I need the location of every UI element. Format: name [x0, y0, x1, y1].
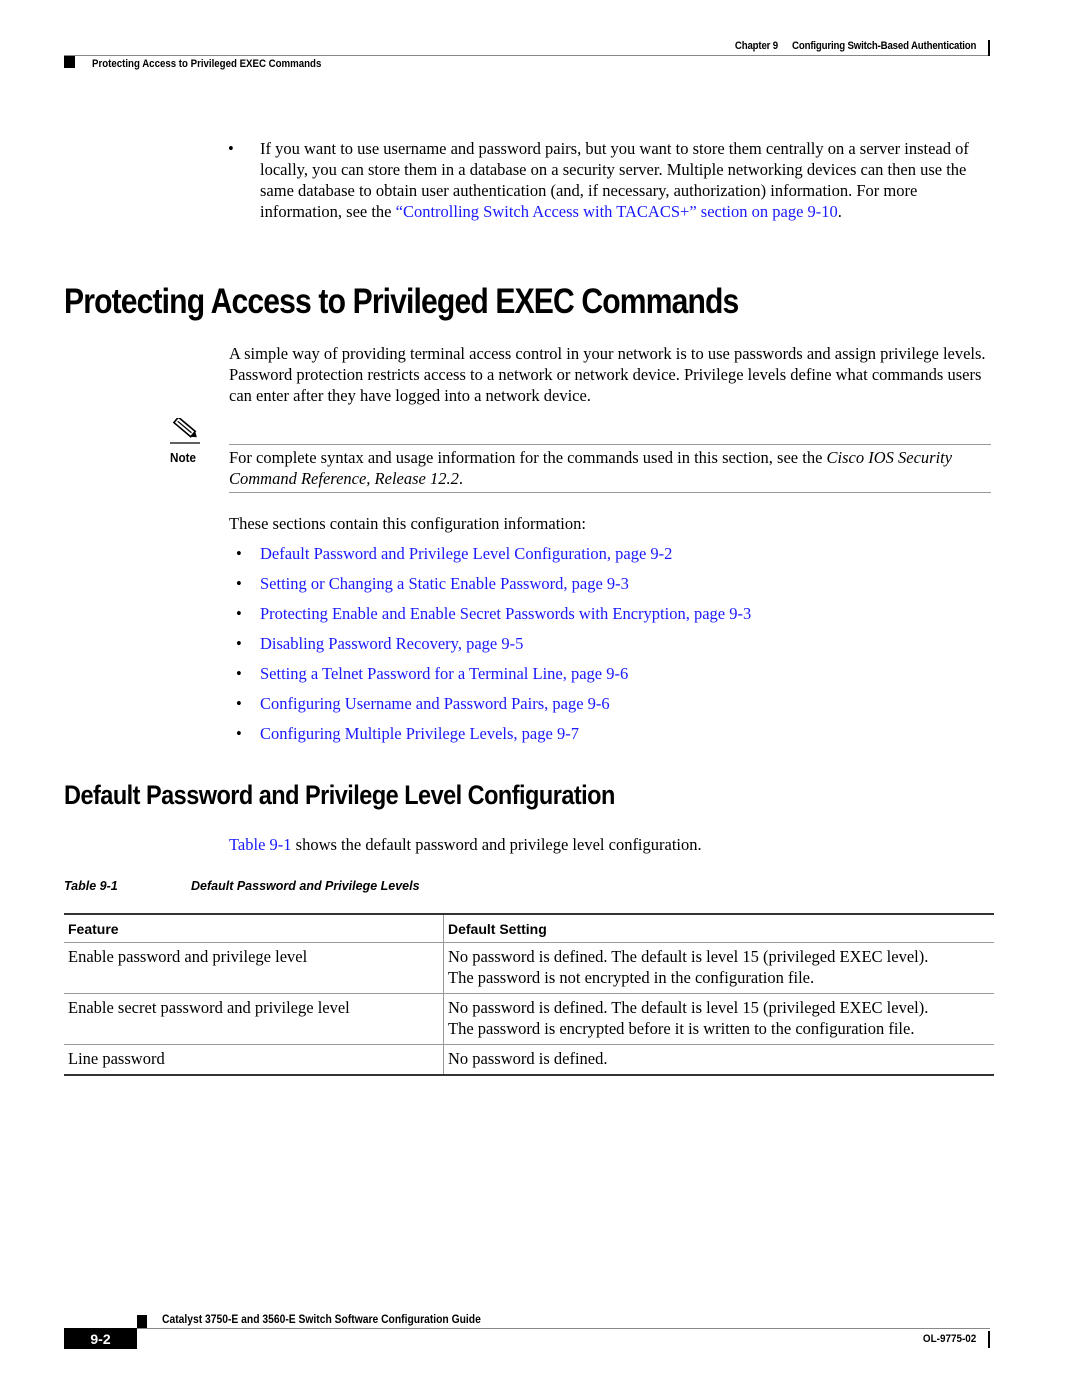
feature-cell: Line password: [64, 1044, 444, 1076]
toc-link-static-enable-password[interactable]: Setting or Changing a Static Enable Pass…: [260, 574, 629, 593]
table-caption-number: Table 9-1: [64, 879, 118, 893]
footer-doc-number: OL-9775-02: [922, 1333, 976, 1345]
section-link-list: • Default Password and Privilege Level Co…: [236, 543, 751, 753]
header-chapter: Chapter 9 Configuring Switch-Based Authen…: [734, 40, 977, 52]
bullet-icon: •: [236, 724, 242, 743]
bullet-icon: •: [228, 139, 234, 158]
bullet-icon: •: [236, 694, 242, 713]
list-item: • Setting or Changing a Static Enable Pas…: [236, 573, 751, 603]
toc-link-username-pairs[interactable]: Configuring Username and Password Pairs,…: [260, 694, 610, 713]
footer-page-number: 9-2: [64, 1328, 137, 1349]
note-text-body: For complete syntax and usage informatio…: [229, 448, 827, 467]
table-caption-title: Default Password and Privilege Levels: [191, 879, 420, 893]
sections-intro: These sections contain this configuratio…: [229, 514, 586, 533]
toc-link-default-password[interactable]: Default Password and Privilege Level Con…: [260, 544, 672, 563]
tacacs-section-link[interactable]: “Controlling Switch Access with TACACS+”…: [396, 202, 838, 221]
header-section-title: Protecting Access to Privileged EXEC Com…: [92, 58, 322, 70]
footer-rule: [137, 1328, 990, 1329]
column-header-feature: Feature: [64, 913, 444, 943]
setting-line: The password is not encrypted in the con…: [448, 968, 815, 987]
note-label: Note: [170, 450, 197, 465]
pencil-note-icon: [170, 418, 200, 444]
bullet-icon: •: [236, 664, 242, 683]
page-title: Protecting Access to Privileged EXEC Com…: [64, 282, 739, 321]
table-9-1-link[interactable]: Table 9-1: [229, 835, 292, 854]
list-item: • Configuring Multiple Privilege Levels, …: [236, 723, 751, 753]
list-item: • Disabling Password Recovery, page 9-5: [236, 633, 751, 663]
feature-cell: Enable password and privilege level: [64, 942, 444, 994]
table-reference-paragraph: Table 9-1 shows the default password and…: [229, 834, 702, 855]
footer-vertical-bar: [988, 1331, 990, 1348]
toc-link-privilege-levels[interactable]: Configuring Multiple Privilege Levels, p…: [260, 724, 579, 743]
toc-link-password-recovery[interactable]: Disabling Password Recovery, page 9-5: [260, 634, 523, 653]
setting-line: No password is defined.: [448, 1049, 608, 1068]
bullet-paragraph: • If you want to use username and passwo…: [228, 138, 996, 222]
table-row: Enable secret password and privilege lev…: [64, 993, 994, 1045]
setting-line: No password is defined. The default is l…: [448, 998, 929, 1017]
table-row: Line password No password is defined.: [64, 1044, 994, 1076]
bullet-icon: •: [236, 604, 242, 623]
header-chapter-label: Chapter 9: [734, 40, 778, 52]
subsection-title: Default Password and Privilege Level Con…: [64, 780, 615, 810]
footer-square-marker: [137, 1315, 147, 1329]
note-rule-bottom: [229, 492, 991, 493]
feature-cell: Enable secret password and privilege lev…: [64, 993, 444, 1045]
table-reference-text: shows the default password and privilege…: [291, 835, 702, 854]
table-header-row: Feature Default Setting: [64, 913, 994, 943]
intro-paragraph: A simple way of providing terminal acces…: [229, 344, 986, 405]
header-rule: [64, 55, 990, 56]
header-vertical-bar: [988, 40, 990, 56]
table-caption: Table 9-1 Default Password and Privilege …: [64, 879, 420, 893]
footer-guide-title: Catalyst 3750-E and 3560-E Switch Softwa…: [162, 1312, 481, 1326]
bullet-paragraph-text: If you want to use username and password…: [260, 138, 996, 222]
list-item: • Configuring Username and Password Pairs…: [236, 693, 751, 723]
note-rule-top: [229, 444, 991, 445]
bullet-text-end: .: [837, 202, 842, 221]
default-setting-cell: No password is defined. The default is l…: [443, 942, 994, 994]
setting-line: The password is encrypted before it is w…: [448, 1019, 915, 1038]
bullet-icon: •: [236, 634, 242, 653]
bullet-icon: •: [236, 544, 242, 563]
list-item: • Setting a Telnet Password for a Termina…: [236, 663, 751, 693]
toc-link-encryption[interactable]: Protecting Enable and Enable Secret Pass…: [260, 604, 751, 623]
column-header-default-setting: Default Setting: [443, 913, 994, 943]
toc-link-telnet-password[interactable]: Setting a Telnet Password for a Terminal…: [260, 664, 628, 683]
default-password-table: Feature Default Setting Enable password …: [64, 913, 994, 1076]
table-row: Enable password and privilege level No p…: [64, 942, 994, 994]
list-item: • Protecting Enable and Enable Secret Pas…: [236, 603, 751, 633]
default-setting-cell: No password is defined. The default is l…: [443, 993, 994, 1045]
setting-line: No password is defined. The default is l…: [448, 947, 929, 966]
header-chapter-title: Configuring Switch-Based Authentication: [791, 40, 976, 52]
list-item: • Default Password and Privilege Level Co…: [236, 543, 751, 573]
header-square-marker: [64, 56, 75, 68]
note-text: For complete syntax and usage informatio…: [229, 447, 994, 489]
bullet-icon: •: [236, 574, 242, 593]
note-text-end: .: [458, 469, 463, 488]
default-setting-cell: No password is defined.: [443, 1044, 994, 1076]
